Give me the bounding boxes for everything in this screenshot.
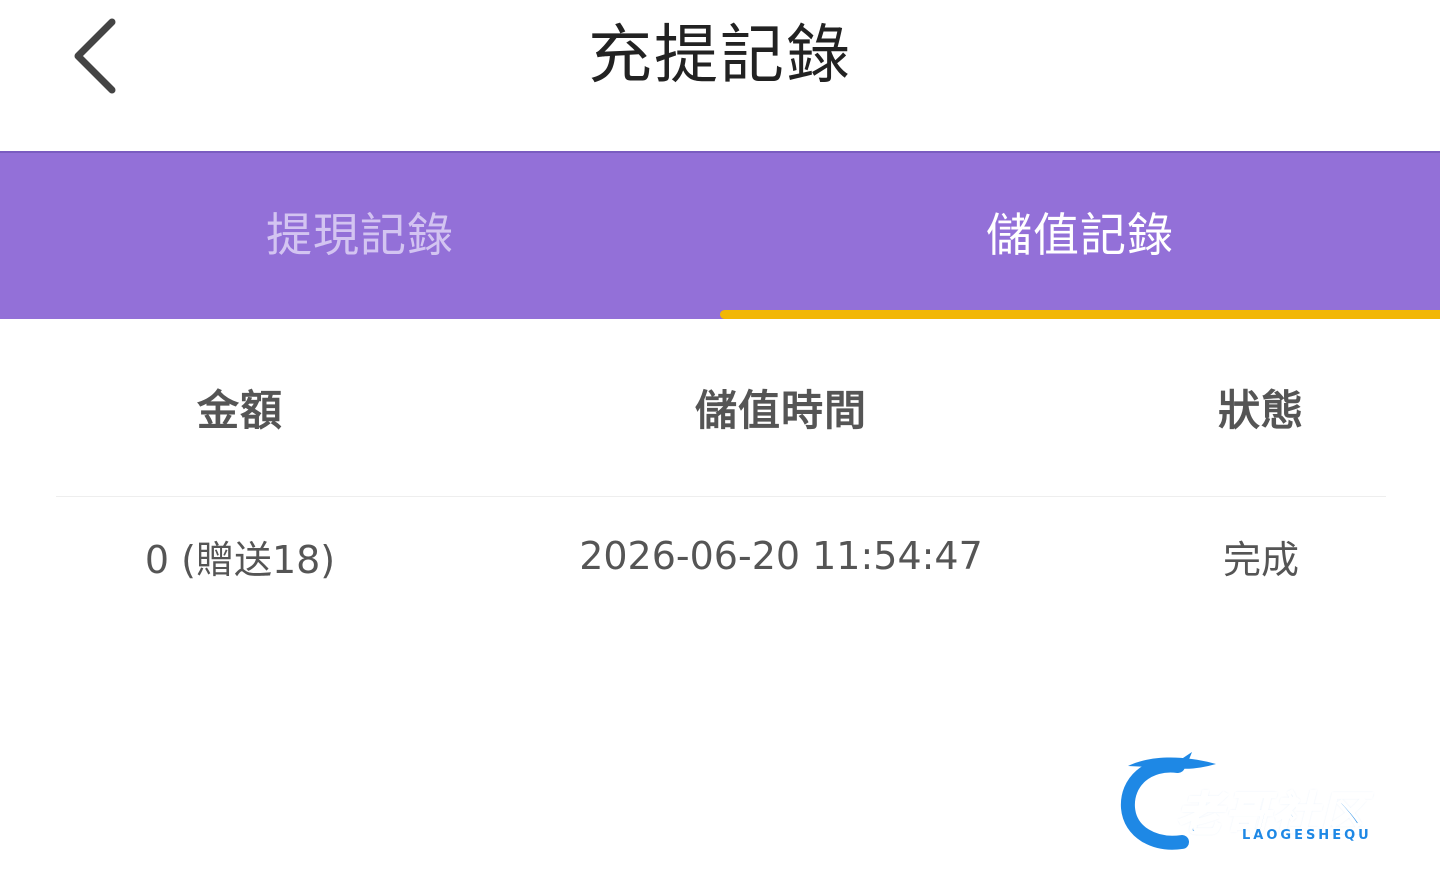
table-row: 0 (贈送18) 2026-06-20 11:54:47 完成	[56, 497, 1386, 615]
tab-bar: 提現記錄 儲值記錄	[0, 151, 1440, 319]
table-header: 金額 儲值時間 狀態	[56, 319, 1386, 497]
top-bar: 充提記錄	[0, 0, 1440, 150]
tab-label: 提現記錄	[266, 208, 454, 262]
column-header-amount: 金額	[196, 386, 283, 435]
tab-withdraw-records[interactable]: 提現記錄	[0, 153, 720, 319]
active-tab-indicator	[720, 310, 1440, 319]
cell-amount: 0 (贈送18)	[144, 537, 336, 582]
cell-deposit-time: 2026-06-20 11:54:47	[579, 534, 983, 578]
column-header-status: 狀態	[1217, 386, 1304, 435]
page-title: 充提記錄	[588, 19, 852, 93]
watermark-subtext: LAOGESHEQU	[1242, 828, 1372, 843]
cell-status: 完成	[1222, 537, 1299, 582]
tab-deposit-records[interactable]: 儲值記錄	[720, 153, 1440, 319]
records-page: 充提記錄 提現記錄 儲值記錄 金額 儲值時間 狀態 0 (贈送18) 2026-…	[0, 0, 1440, 883]
tab-label: 儲值記錄	[986, 208, 1174, 262]
records-table: 金額 儲值時間 狀態 0 (贈送18) 2026-06-20 11:54:47 …	[56, 319, 1386, 615]
watermark-logo: 老哥社区 LAOGESHEQU	[1118, 752, 1423, 852]
column-header-deposit-time: 儲值時間	[694, 386, 867, 435]
